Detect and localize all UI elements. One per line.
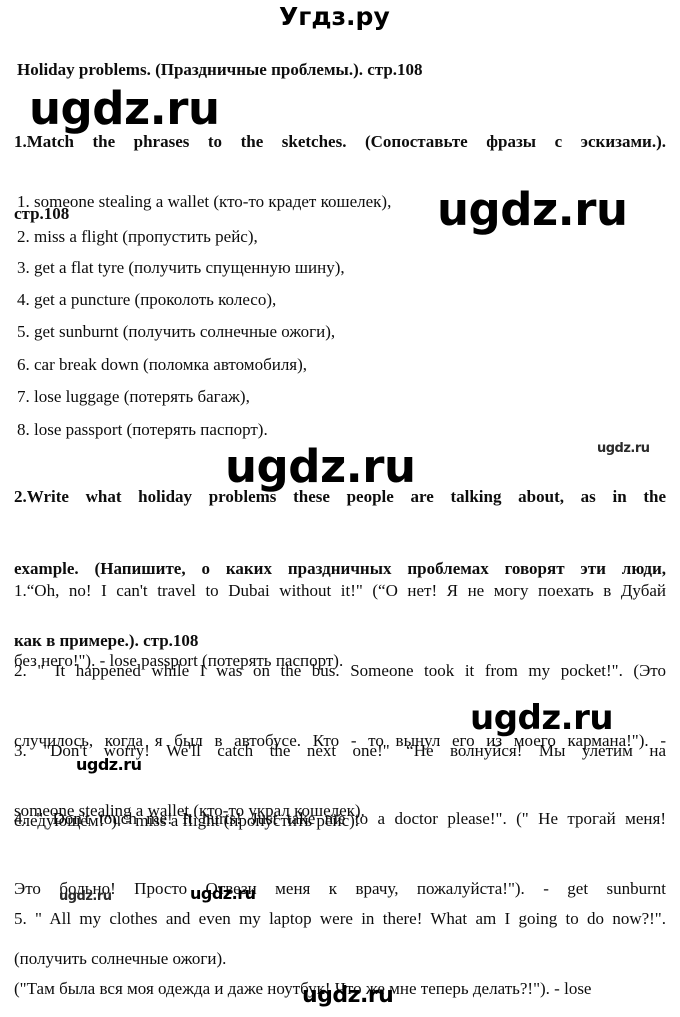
task-1-title: 1.Match the phrases to the sketches. (Со…: [14, 124, 666, 232]
watermark-brand-3: ugdz.ru: [597, 441, 650, 456]
answer-paragraph: 5. " All my clothes and even my laptop w…: [14, 901, 666, 1006]
answer-line: 4. " Don't touch me! It hurts! Just take…: [14, 809, 666, 828]
list-item: 8. lose passport (потерять паспорт).: [17, 420, 268, 439]
list-item: 4. get a puncture (проколоть колесо),: [17, 290, 277, 309]
answer-line: 5. " All my clothes and even my laptop w…: [14, 909, 666, 928]
answer-line: ("Там была вся моя одежда и даже ноутбук…: [14, 979, 592, 998]
list-item: 7. lose luggage (потерять багаж),: [17, 387, 250, 406]
list-item: 5. get sunburnt (получить солнечные ожог…: [17, 322, 336, 341]
answer-line: 3. "Don't worry! We'll catch the next on…: [14, 741, 666, 760]
task-2-title-line-1: 2.Write what holiday problems these peop…: [14, 487, 666, 506]
answer-line: 1.“Oh, no! I can't travel to Dubai witho…: [14, 581, 666, 600]
list-item: 3. get a flat tyre (получить спущенную ш…: [17, 258, 345, 277]
list-item: 1. someone stealing a wallet (кто-то кра…: [17, 192, 392, 211]
list-item: 2. miss a flight (пропустить рейс),: [17, 227, 258, 246]
list-item: 6. car break down (поломка автомобиля),: [17, 355, 308, 374]
watermark-top-brand: Угдз.ру: [279, 2, 390, 31]
page-title: Holiday problems. (Праздничные проблемы.…: [17, 60, 423, 79]
answer-line: 2. " It happened while I was on the bus.…: [14, 661, 666, 680]
document-page: Угдз.ру ugdz.ru ugdz.ru ugdz.ru ugdz.ru …: [0, 0, 680, 1017]
task-1-title-line-1: 1.Match the phrases to the sketches. (Со…: [14, 132, 666, 151]
